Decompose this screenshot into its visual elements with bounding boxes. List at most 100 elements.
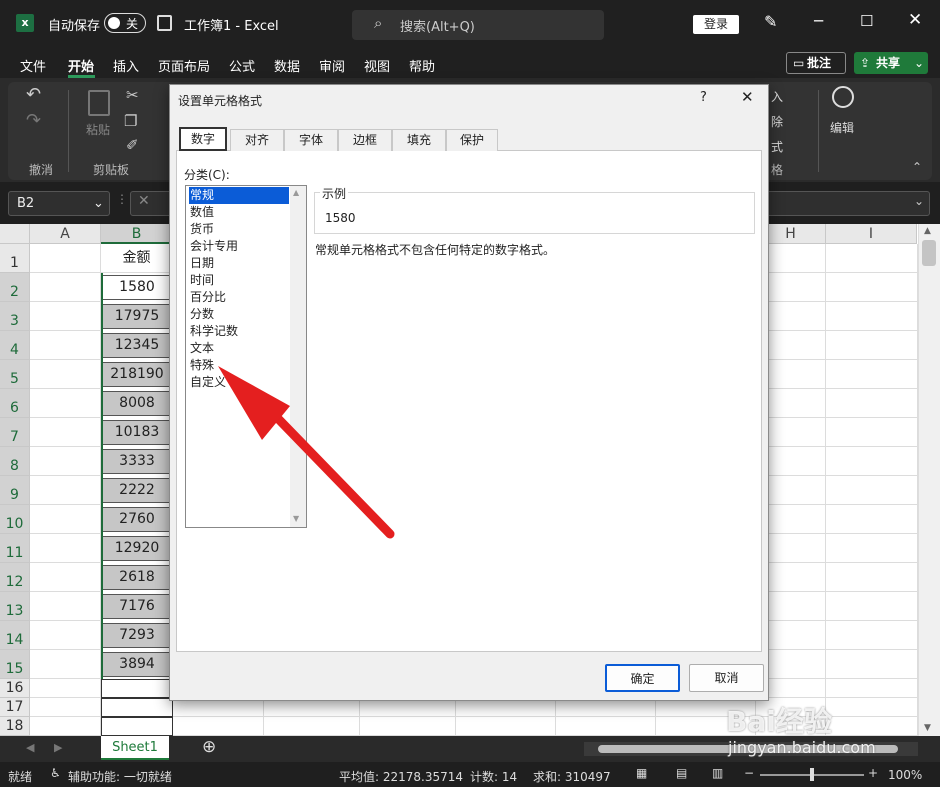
scroll-up-icon[interactable]: ▲ bbox=[924, 226, 931, 236]
grid-cell[interactable] bbox=[30, 302, 101, 331]
tab-fill[interactable]: 填充 bbox=[392, 129, 446, 151]
value-cell[interactable]: 3333 bbox=[101, 449, 173, 474]
paste-label[interactable]: 粘贴 bbox=[86, 121, 110, 138]
grid-cell[interactable] bbox=[30, 447, 101, 476]
status-average[interactable]: 平均值: 22178.35714 bbox=[339, 768, 463, 785]
menu-page-layout[interactable]: 页面布局 bbox=[158, 56, 210, 75]
tab-font[interactable]: 字体 bbox=[284, 129, 338, 151]
autosave-toggle[interactable]: 关 bbox=[104, 13, 146, 33]
row-header[interactable]: 7 bbox=[0, 418, 30, 447]
zoom-in-icon[interactable]: + bbox=[868, 766, 878, 780]
status-count[interactable]: 计数: 14 bbox=[470, 768, 517, 785]
grid-cell[interactable] bbox=[826, 360, 918, 389]
menu-view[interactable]: 视图 bbox=[364, 56, 390, 75]
value-cell[interactable]: 10183 bbox=[101, 420, 173, 445]
grid-cell[interactable] bbox=[826, 418, 918, 447]
ribbon-partial-delete[interactable]: 除 bbox=[771, 113, 783, 130]
row-header[interactable]: 4 bbox=[0, 331, 30, 360]
login-button[interactable]: 登录 bbox=[693, 15, 739, 34]
grid-cell[interactable] bbox=[30, 650, 101, 679]
row-header[interactable]: 2 bbox=[0, 273, 30, 302]
row-header[interactable]: 9 bbox=[0, 476, 30, 505]
header-cell-b1[interactable]: 金额 bbox=[101, 244, 173, 273]
row-header[interactable]: 17 bbox=[0, 698, 30, 717]
menu-insert[interactable]: 插入 bbox=[113, 56, 139, 75]
grid-cell[interactable] bbox=[30, 698, 101, 717]
ribbon-collapse-icon[interactable]: ⌃ bbox=[912, 160, 922, 174]
row-header[interactable]: 13 bbox=[0, 592, 30, 621]
undo-icon[interactable]: ↶ bbox=[26, 84, 41, 105]
zoom-level[interactable]: 100% bbox=[888, 768, 922, 782]
row-header[interactable]: 1 bbox=[0, 244, 30, 273]
vertical-scrollbar[interactable] bbox=[918, 224, 940, 736]
category-item[interactable]: 日期 bbox=[189, 255, 289, 272]
category-item[interactable]: 分数 bbox=[189, 306, 289, 323]
grid-cell[interactable] bbox=[30, 360, 101, 389]
chevron-down-icon[interactable]: ⌄ bbox=[914, 194, 924, 208]
category-item[interactable]: 科学记数 bbox=[189, 323, 289, 340]
value-cell[interactable]: 1580 bbox=[101, 275, 173, 300]
value-cell[interactable]: 2222 bbox=[101, 478, 173, 503]
column-header-b[interactable]: B bbox=[101, 224, 173, 244]
menu-data[interactable]: 数据 bbox=[274, 56, 300, 75]
grid-cell[interactable] bbox=[30, 505, 101, 534]
help-icon[interactable]: ? bbox=[700, 90, 707, 105]
grid-cell[interactable] bbox=[30, 563, 101, 592]
grid-cell[interactable] bbox=[826, 592, 918, 621]
redo-icon[interactable]: ↷ bbox=[26, 110, 41, 131]
column-header-a[interactable]: A bbox=[30, 224, 101, 244]
accessibility-icon[interactable]: ♿ bbox=[50, 766, 61, 780]
category-item[interactable]: 自定义 bbox=[189, 374, 289, 391]
value-cell[interactable]: 2618 bbox=[101, 565, 173, 590]
page-break-view-icon[interactable]: ▥ bbox=[712, 766, 723, 780]
tab-alignment[interactable]: 对齐 bbox=[230, 129, 284, 151]
sheet-tab-sheet1[interactable]: Sheet1 bbox=[101, 736, 169, 760]
grid-cell[interactable] bbox=[826, 331, 918, 360]
row-header[interactable]: 18 bbox=[0, 717, 30, 736]
close-icon[interactable]: ✕ bbox=[908, 10, 922, 30]
grid-cell[interactable] bbox=[826, 534, 918, 563]
grid-cell[interactable] bbox=[826, 679, 918, 698]
grid-cell[interactable] bbox=[101, 698, 173, 717]
grid-cell[interactable] bbox=[826, 621, 918, 650]
grid-cell[interactable] bbox=[30, 273, 101, 302]
value-cell[interactable]: 8008 bbox=[101, 391, 173, 416]
grid-cell[interactable] bbox=[30, 679, 101, 698]
next-sheet-icon[interactable]: ▶ bbox=[54, 741, 62, 754]
grid-cell[interactable] bbox=[360, 717, 456, 736]
row-header[interactable]: 14 bbox=[0, 621, 30, 650]
grid-cell[interactable] bbox=[30, 621, 101, 650]
grid-cell[interactable] bbox=[826, 563, 918, 592]
grid-cell[interactable] bbox=[826, 447, 918, 476]
ribbon-partial-format[interactable]: 式 bbox=[771, 138, 783, 155]
menu-file[interactable]: 文件 bbox=[20, 56, 46, 75]
status-sum[interactable]: 求和: 310497 bbox=[533, 768, 611, 785]
grid-cell[interactable] bbox=[826, 476, 918, 505]
prev-sheet-icon[interactable]: ◀ bbox=[26, 741, 34, 754]
value-cell[interactable]: 218190 bbox=[101, 362, 173, 387]
maximize-icon[interactable]: ☐ bbox=[860, 12, 873, 30]
menu-review[interactable]: 审阅 bbox=[319, 56, 345, 75]
value-cell[interactable]: 7293 bbox=[101, 623, 173, 648]
grid-cell[interactable] bbox=[30, 418, 101, 447]
paste-icon[interactable] bbox=[88, 90, 110, 116]
grid-cell[interactable] bbox=[101, 717, 173, 736]
normal-view-icon[interactable]: ▦ bbox=[636, 766, 647, 780]
category-item[interactable]: 文本 bbox=[189, 340, 289, 357]
grid-cell[interactable] bbox=[556, 717, 656, 736]
category-item[interactable]: 会计专用 bbox=[189, 238, 289, 255]
grid-cell[interactable] bbox=[30, 592, 101, 621]
row-header[interactable]: 11 bbox=[0, 534, 30, 563]
name-box[interactable]: B2 ⌄ bbox=[8, 191, 110, 216]
copy-icon[interactable]: ❐ bbox=[124, 112, 137, 130]
grid-cell[interactable] bbox=[101, 679, 173, 698]
row-header[interactable]: 12 bbox=[0, 563, 30, 592]
grid-cell[interactable] bbox=[826, 505, 918, 534]
scroll-up-icon[interactable]: ▲ bbox=[293, 188, 299, 197]
comments-button[interactable]: ▭ 批注 bbox=[786, 52, 846, 74]
menu-home[interactable]: 开始 bbox=[68, 56, 94, 75]
zoom-out-icon[interactable]: − bbox=[744, 766, 754, 780]
grid-cell[interactable] bbox=[826, 650, 918, 679]
grid-cell[interactable] bbox=[264, 717, 360, 736]
grid-cell[interactable] bbox=[456, 717, 556, 736]
